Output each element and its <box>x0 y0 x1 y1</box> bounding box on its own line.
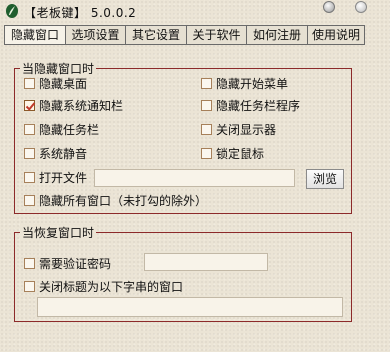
tab-about[interactable]: 关于软件 <box>187 26 246 44</box>
hide-taskbar-apps-label: 隐藏任务栏程序 <box>216 99 301 113</box>
window-title: 【老板键】 5.0.0.2 <box>24 6 137 20</box>
tab-register[interactable]: 如何注册 <box>247 26 307 44</box>
require-password-checkbox[interactable] <box>24 258 35 269</box>
hide-taskbar-checkbox[interactable] <box>24 124 35 135</box>
lock-mouse-label: 锁定鼠标 <box>216 147 265 161</box>
minimize-button[interactable] <box>323 1 335 13</box>
tab-other-settings[interactable]: 其它设置 <box>126 26 186 44</box>
open-file-label: 打开文件 <box>39 171 88 185</box>
hide-taskbar-apps-checkbox[interactable] <box>201 100 212 111</box>
lock-mouse-checkbox[interactable] <box>201 148 212 159</box>
hide-window-group-title: 当隐藏窗口时 <box>20 60 97 77</box>
green-leaf-app-icon <box>4 3 20 19</box>
hide-all-label: 隐藏所有窗口（未打勾的除外） <box>39 194 208 208</box>
tab-hide-window[interactable]: 隐藏窗口 <box>5 26 65 44</box>
mute-label: 系统静音 <box>39 147 88 161</box>
hide-start-menu-checkbox[interactable] <box>201 78 212 89</box>
restore-window-group-title: 当恢复窗口时 <box>20 224 97 241</box>
close-monitor-checkbox[interactable] <box>201 124 212 135</box>
window-title-string-input[interactable] <box>37 297 343 317</box>
browse-button[interactable]: 浏览 <box>306 169 344 189</box>
tab-instructions[interactable]: 使用说明 <box>308 26 364 44</box>
tab-options[interactable]: 选项设置 <box>66 26 125 44</box>
require-password-label: 需要验证密码 <box>39 257 112 271</box>
hide-tray-label: 隐藏系统通知栏 <box>39 99 124 113</box>
check-mark-icon <box>25 102 36 111</box>
hide-start-menu-label: 隐藏开始菜单 <box>216 77 289 91</box>
open-file-checkbox[interactable] <box>24 172 35 183</box>
password-input[interactable] <box>144 253 268 271</box>
close-monitor-label: 关闭显示器 <box>216 123 277 137</box>
hide-all-checkbox[interactable] <box>24 195 35 206</box>
hide-taskbar-label: 隐藏任务栏 <box>39 123 100 137</box>
open-file-path-input[interactable] <box>94 169 295 187</box>
hide-desktop-label: 隐藏桌面 <box>39 77 88 91</box>
title-bar: 【老板键】 5.0.0.2 <box>0 0 390 24</box>
tab-bar: 隐藏窗口 选项设置 其它设置 关于软件 如何注册 使用说明 <box>4 25 365 45</box>
close-button[interactable] <box>355 1 367 13</box>
hide-desktop-checkbox[interactable] <box>24 78 35 89</box>
hide-tray-checkbox[interactable] <box>24 100 36 111</box>
close-titled-label: 关闭标题为以下字串的窗口 <box>39 280 184 294</box>
close-titled-checkbox[interactable] <box>24 281 35 292</box>
mute-checkbox[interactable] <box>24 148 35 159</box>
